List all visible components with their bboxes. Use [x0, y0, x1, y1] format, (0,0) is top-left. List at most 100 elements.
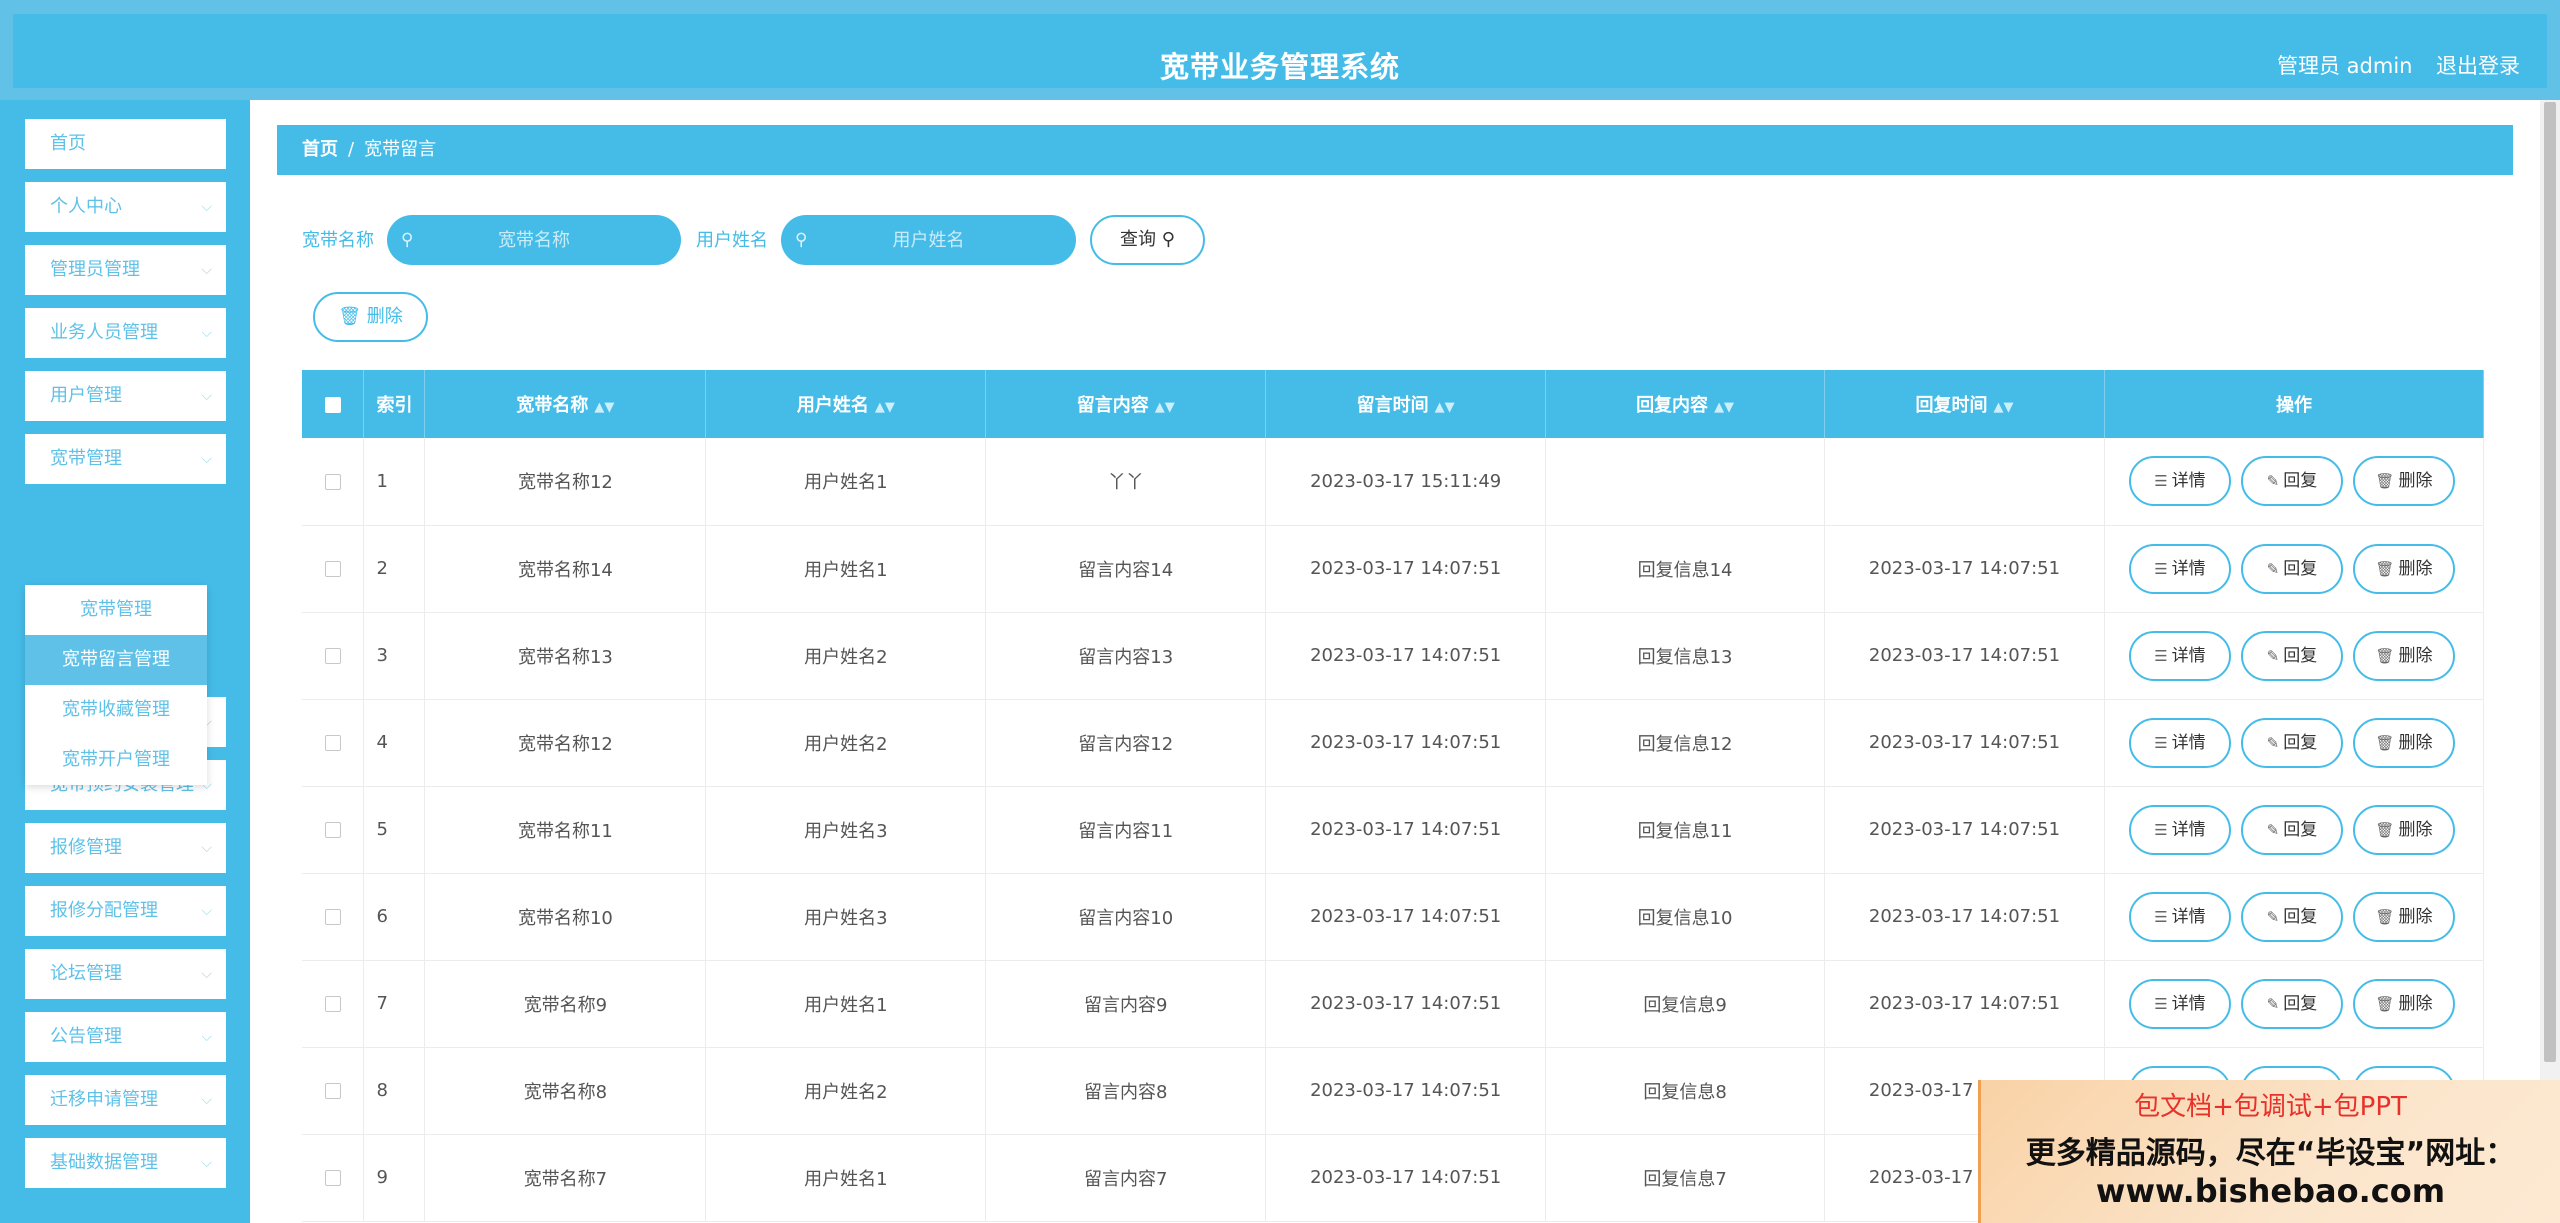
submenu-item[interactable]: 宽带开户管理: [25, 735, 207, 785]
cell-user: 用户姓名2: [705, 1047, 987, 1135]
row-checkbox[interactable]: [324, 648, 341, 664]
breadcrumb-home[interactable]: 首页: [302, 139, 338, 160]
row-checkbox[interactable]: [324, 822, 341, 838]
detail-button[interactable]: ☰详情: [2128, 978, 2231, 1029]
cell-content: 留言内容8: [985, 1047, 1267, 1135]
sort-icon[interactable]: ▲▼: [1993, 400, 2013, 415]
detail-button[interactable]: ☰详情: [2128, 717, 2231, 768]
broadband-name-label: 宽带名称: [302, 230, 374, 251]
cell-reply: 回复信息14: [1545, 525, 1826, 613]
row-checkbox[interactable]: [324, 473, 341, 490]
sidebar-item[interactable]: 个人中心 ⌵: [25, 182, 226, 232]
column-header-reply[interactable]: 回复内容 ▲▼: [1545, 370, 1826, 438]
submenu-item[interactable]: 宽带收藏管理: [25, 685, 207, 735]
chevron-down-icon: ⌵: [201, 451, 212, 467]
sidebar-item[interactable]: 用户管理 ⌵: [25, 371, 226, 421]
delete-button[interactable]: 🗑删除: [2352, 978, 2455, 1029]
sidebar-item[interactable]: 论坛管理 ⌵: [25, 949, 226, 999]
detail-button[interactable]: ☰详情: [2128, 630, 2231, 681]
reply-button-label: 回复: [2283, 471, 2318, 492]
reply-button[interactable]: ✎回复: [2240, 630, 2343, 681]
document-icon: ☰: [2154, 994, 2168, 1013]
delete-button[interactable]: 🗑删除: [2352, 630, 2455, 681]
row-actions: ☰详情✎回复🗑删除: [2104, 612, 2485, 700]
column-header-reply-time[interactable]: 回复时间 ▲▼: [1824, 370, 2105, 438]
chevron-down-icon: ⌵: [201, 199, 212, 215]
cell-content: 留言内容12: [985, 699, 1267, 787]
sidebar-item[interactable]: 报修管理 ⌵: [25, 823, 226, 873]
trash-icon: 🗑: [2375, 472, 2395, 491]
reply-button[interactable]: ✎回复: [2240, 717, 2343, 768]
reply-button[interactable]: ✎回复: [2240, 543, 2343, 594]
detail-button[interactable]: ☰详情: [2128, 891, 2231, 942]
reply-button[interactable]: ✎回复: [2240, 891, 2343, 942]
batch-delete-button[interactable]: 🗑 删除: [313, 292, 428, 342]
cell-time: 2023-03-17 14:07:51: [1265, 699, 1547, 787]
detail-button[interactable]: ☰详情: [2128, 456, 2231, 507]
sidebar-item[interactable]: 报修分配管理 ⌵: [25, 886, 226, 936]
row-checkbox-cell: [302, 873, 365, 961]
cell-index: 9: [363, 1134, 426, 1222]
row-actions: ☰详情✎回复🗑删除: [2104, 960, 2485, 1048]
sidebar-item-label: 公告管理: [50, 1026, 122, 1047]
detail-button[interactable]: ☰详情: [2128, 804, 2231, 855]
select-all-checkbox[interactable]: [302, 370, 365, 438]
detail-button[interactable]: ☰详情: [2128, 543, 2231, 594]
submenu-item[interactable]: 宽带管理: [25, 585, 207, 635]
sidebar-item[interactable]: 迁移申请管理 ⌵: [25, 1075, 226, 1125]
user-name-search[interactable]: ⚲: [781, 215, 1076, 265]
sidebar-item[interactable]: 业务人员管理 ⌵: [25, 308, 226, 358]
row-checkbox[interactable]: [324, 735, 341, 751]
sort-icon[interactable]: ▲▼: [1155, 400, 1175, 415]
reply-button[interactable]: ✎回复: [2240, 456, 2343, 507]
delete-label: 删除: [366, 306, 403, 327]
submenu-item[interactable]: 宽带留言管理: [25, 635, 207, 685]
cell-reply-time: [1824, 438, 2105, 526]
table-row: 2 宽带名称14 用户姓名1 留言内容14 2023-03-17 14:07:51 回复信…: [302, 525, 2485, 613]
row-checkbox[interactable]: [324, 1083, 341, 1099]
sidebar-item[interactable]: 基础数据管理 ⌵: [25, 1138, 226, 1188]
cell-reply: 回复信息9: [1545, 960, 1826, 1048]
sidebar-item[interactable]: 管理员管理 ⌵: [25, 245, 226, 295]
delete-button[interactable]: 🗑删除: [2352, 456, 2455, 507]
sidebar-item[interactable]: 公告管理 ⌵: [25, 1012, 226, 1062]
column-header-name[interactable]: 宽带名称 ▲▼: [424, 370, 707, 438]
row-checkbox[interactable]: [324, 561, 341, 577]
logout-link[interactable]: 退出登录: [2436, 50, 2520, 80]
delete-button-label: 删除: [2398, 732, 2433, 753]
row-checkbox[interactable]: [324, 1170, 341, 1186]
cell-reply: 回复信息10: [1545, 873, 1826, 961]
column-header-content[interactable]: 留言内容 ▲▼: [985, 370, 1267, 438]
reply-button[interactable]: ✎回复: [2240, 804, 2343, 855]
sort-icon[interactable]: ▲▼: [875, 400, 895, 415]
column-header-actions: 操作: [2104, 370, 2485, 438]
column-header-user[interactable]: 用户姓名 ▲▼: [705, 370, 987, 438]
delete-button[interactable]: 🗑删除: [2352, 891, 2455, 942]
user-name-label: 用户姓名: [696, 230, 768, 251]
sort-icon[interactable]: ▲▼: [1714, 400, 1734, 415]
sort-icon[interactable]: ▲▼: [594, 400, 614, 415]
broadband-name-search[interactable]: ⚲: [387, 215, 681, 265]
sort-icon[interactable]: ▲▼: [1435, 400, 1455, 415]
delete-button[interactable]: 🗑删除: [2352, 717, 2455, 768]
broadband-name-input[interactable]: [387, 215, 681, 265]
cell-time: 2023-03-17 14:07:51: [1265, 525, 1547, 613]
promo-watermark: 包文档+包调试+包PPT 更多精品源码，尽在“毕设宝”网址： www.bishe…: [1978, 1080, 2560, 1223]
row-checkbox[interactable]: [324, 996, 341, 1012]
row-checkbox[interactable]: [324, 909, 341, 925]
query-button[interactable]: 查询 ⚲: [1090, 215, 1205, 265]
sidebar-item-label: 首页: [50, 133, 86, 154]
vertical-scrollbar[interactable]: [2540, 100, 2560, 1223]
reply-button[interactable]: ✎回复: [2240, 978, 2343, 1029]
sidebar-item[interactable]: 首页: [25, 119, 226, 169]
user-name-input[interactable]: [781, 215, 1076, 265]
delete-button[interactable]: 🗑删除: [2352, 543, 2455, 594]
delete-button[interactable]: 🗑删除: [2352, 804, 2455, 855]
cell-content: 留言内容9: [985, 960, 1267, 1048]
search-icon: ⚲: [1161, 229, 1175, 250]
sidebar-item[interactable]: 宽带管理 ⌵: [25, 434, 226, 484]
column-header-time[interactable]: 留言时间 ▲▼: [1265, 370, 1547, 438]
scrollbar-thumb[interactable]: [2544, 102, 2556, 1062]
trash-icon: 🗑: [338, 306, 362, 327]
sidebar-item-label: 论坛管理: [50, 963, 122, 984]
